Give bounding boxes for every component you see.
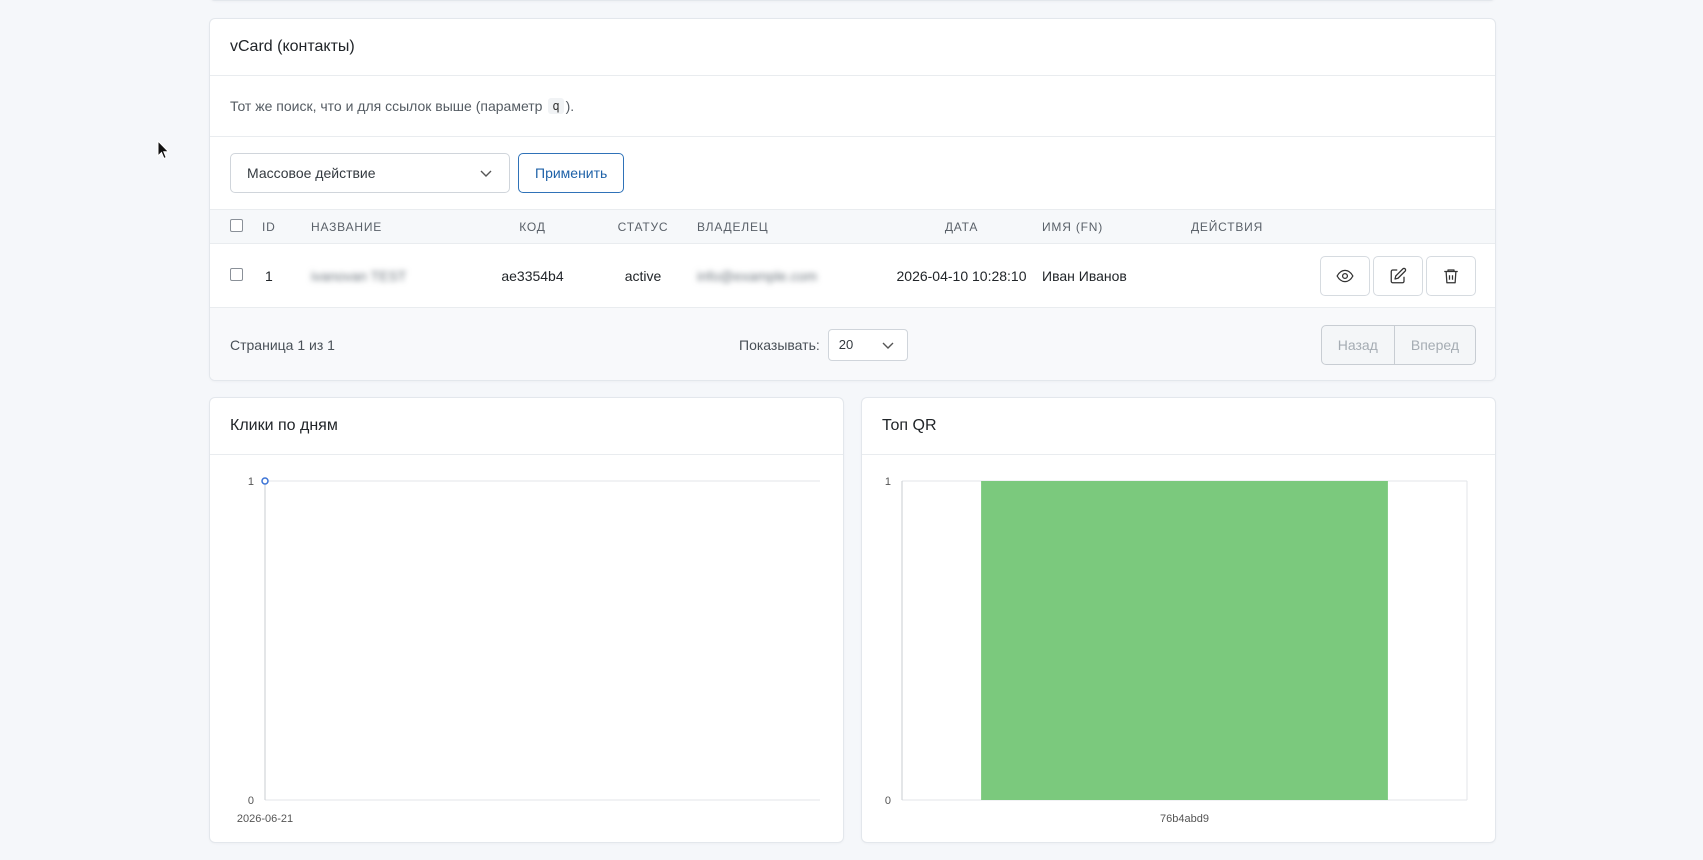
mouse-cursor-icon xyxy=(157,140,170,160)
search-hint: Тот же поиск, что и для ссылок выше (пар… xyxy=(210,76,1495,137)
prev-page-button[interactable]: Назад xyxy=(1320,324,1395,365)
row-checkbox[interactable] xyxy=(230,267,243,281)
previous-card-edge xyxy=(209,0,1496,1)
clicks-chart-card: Клики по дням 0 1 2026-06-21 xyxy=(209,397,844,843)
select-all-checkbox[interactable] xyxy=(230,218,243,232)
vcard-panel: vCard (контакты) Тот же поиск, что и для… xyxy=(209,18,1496,381)
row-actions xyxy=(1191,244,1495,308)
col-id[interactable]: ID xyxy=(262,210,311,244)
next-page-button[interactable]: Вперед xyxy=(1394,324,1476,365)
edit-button[interactable] xyxy=(1373,255,1423,296)
edit-icon xyxy=(1390,267,1407,283)
row-date: 2026-04-10 10:28:10 xyxy=(896,267,1027,284)
col-actions: ДЕЙСТВИЯ xyxy=(1191,219,1264,234)
pagination: Назад Вперед xyxy=(1320,324,1476,365)
y-tick-label: 0 xyxy=(885,795,891,807)
col-name[interactable]: НАЗВАНИЕ xyxy=(311,210,476,244)
vcard-title: vCard (контакты) xyxy=(210,19,1495,76)
eye-icon xyxy=(1336,269,1354,282)
col-date[interactable]: ДАТА xyxy=(881,210,1042,244)
apply-button[interactable]: Применить xyxy=(518,153,625,193)
top-qr-chart-card: Топ QR 0 1 76b4abd9 xyxy=(861,397,1496,843)
trash-icon xyxy=(1444,268,1458,283)
table-header-row: ID НАЗВАНИЕ КОД СТАТУС ВЛАДЕЛЕЦ ДАТА ИМЯ… xyxy=(210,209,1495,244)
delete-button[interactable] xyxy=(1426,255,1476,296)
select-all-cell xyxy=(210,210,262,244)
per-page-label: Показывать: xyxy=(739,336,820,353)
row-id: 1 xyxy=(265,267,273,284)
bar xyxy=(981,481,1388,800)
per-page-control: Показывать: 20 xyxy=(739,328,908,361)
clicks-line-chart[interactable]: 0 1 2026-06-21 xyxy=(210,455,843,841)
per-page-value: 20 xyxy=(838,337,854,352)
x-tick-label: 76b4abd9 xyxy=(1160,813,1209,825)
table-row: 1 ivanovan TEST ae3354b4 active info@exa… xyxy=(210,244,1495,308)
per-page-select[interactable]: 20 xyxy=(827,328,908,361)
page-info: Страница 1 из 1 xyxy=(230,336,335,353)
chevron-down-icon xyxy=(882,342,894,349)
col-status[interactable]: СТАТУС xyxy=(589,210,697,244)
bulk-action-value: Массовое действие xyxy=(247,165,376,181)
hint-suffix: ). xyxy=(565,98,575,114)
top-qr-chart-title: Топ QR xyxy=(862,398,1495,455)
chevron-down-icon xyxy=(480,170,492,177)
y-tick-label: 0 xyxy=(248,795,254,807)
bulk-actions-bar: Массовое действие Применить xyxy=(210,137,1495,209)
y-tick-label: 1 xyxy=(885,476,891,488)
col-fn[interactable]: ИМЯ (FN) xyxy=(1042,210,1191,244)
row-select-cell xyxy=(210,244,262,308)
view-button[interactable] xyxy=(1320,255,1370,296)
vcard-table: ID НАЗВАНИЕ КОД СТАТУС ВЛАДЕЛЕЦ ДАТА ИМЯ… xyxy=(210,209,1495,308)
row-fn: Иван Иванов xyxy=(1042,267,1127,284)
row-owner: info@example.com xyxy=(697,267,818,284)
bulk-action-select[interactable]: Массовое действие xyxy=(230,153,510,193)
top-qr-bar-chart[interactable]: 0 1 76b4abd9 xyxy=(862,455,1495,841)
row-status: active xyxy=(624,267,662,284)
hint-prefix: Тот же поиск, что и для ссылок выше (пар… xyxy=(230,98,543,114)
clicks-chart-title: Клики по дням xyxy=(210,398,843,455)
row-name[interactable]: ivanovan TEST xyxy=(311,244,476,308)
row-code: ae3354b4 xyxy=(501,267,564,284)
col-code[interactable]: КОД xyxy=(476,210,589,244)
data-point xyxy=(261,477,269,485)
y-tick-label: 1 xyxy=(248,476,254,488)
col-owner[interactable]: ВЛАДЕЛЕЦ xyxy=(697,210,881,244)
table-footer: Страница 1 из 1 Показывать: 20 Назад Впе… xyxy=(210,308,1495,380)
hint-code: q xyxy=(548,98,564,114)
x-tick-label: 2026-06-21 xyxy=(237,813,293,825)
